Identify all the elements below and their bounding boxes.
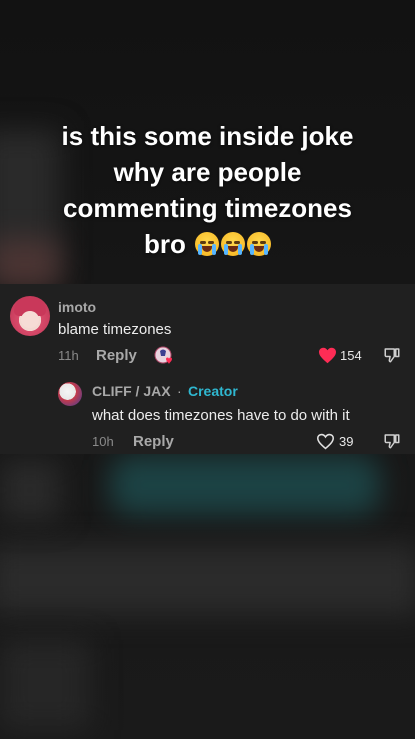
liked-by-creator-icon xyxy=(154,346,172,364)
loudly-crying-face-icon xyxy=(247,232,272,256)
creator-badge: Creator xyxy=(188,383,238,399)
reply-username[interactable]: CLIFF / JAX xyxy=(92,383,171,399)
caption-line-last: bro xyxy=(0,226,415,262)
dislike-icon[interactable] xyxy=(383,346,401,364)
reply-button[interactable]: Reply xyxy=(133,433,174,450)
blurred-background xyxy=(0,460,60,520)
like-heart-icon[interactable] xyxy=(318,347,337,364)
reply-text: what does timezones have to do with it xyxy=(92,407,350,424)
reply-timestamp: 10h xyxy=(92,434,114,449)
video-frame: is this some inside joke why are people … xyxy=(0,0,415,739)
avatar[interactable] xyxy=(58,382,82,406)
reply-button[interactable]: Reply xyxy=(96,347,137,364)
like-heart-outline-icon[interactable] xyxy=(316,433,335,450)
loudly-crying-face-icon xyxy=(221,232,246,256)
like-count: 154 xyxy=(340,348,362,363)
like-count: 39 xyxy=(339,434,354,449)
comment-text: blame timezones xyxy=(58,321,172,338)
caption-line: commenting timezones xyxy=(63,193,352,223)
avatar[interactable] xyxy=(10,296,50,336)
blurred-background xyxy=(110,455,380,515)
caption-line: why are people xyxy=(113,157,302,187)
caption-line: bro xyxy=(143,229,186,259)
loudly-crying-face-icon xyxy=(195,232,220,256)
blurred-background xyxy=(0,640,90,730)
separator-dot: · xyxy=(177,383,182,399)
dislike-icon[interactable] xyxy=(383,432,401,450)
comment-timestamp: 11h xyxy=(58,348,79,363)
caption-line: is this some inside joke xyxy=(61,121,354,151)
blurred-background xyxy=(0,545,415,615)
comment-card: imoto blame timezones 11h Reply 154 CLIF… xyxy=(0,284,415,454)
video-caption: is this some inside joke why are people … xyxy=(0,118,415,262)
comment-username[interactable]: imoto xyxy=(58,299,96,315)
